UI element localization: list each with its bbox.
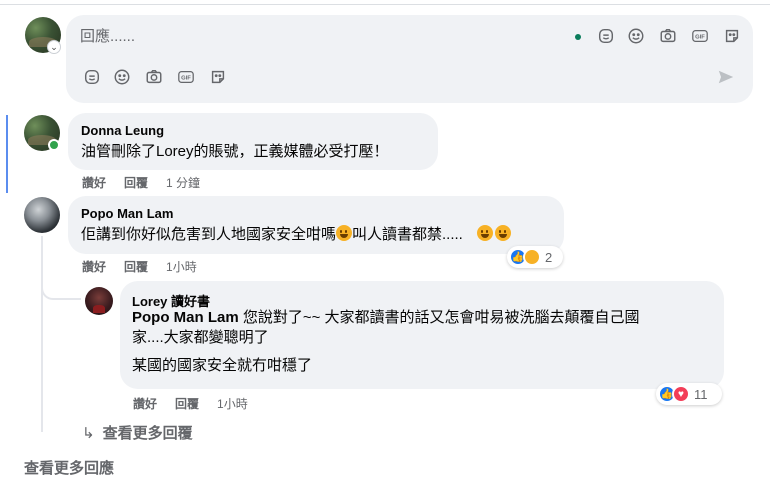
comment-input[interactable] [80,25,560,47]
reply-button[interactable]: 回覆 [124,174,148,191]
view-more-replies-label: 查看更多回覆 [102,425,193,442]
sticker-icon-secondary[interactable] [82,67,102,87]
reaction-summary[interactable]: 👍 2 [507,246,563,268]
love-reaction-icon: ♥ [672,385,690,403]
gif-icon[interactable]: GIF [690,26,710,46]
like-button[interactable]: 讚好 [133,395,157,412]
avatar[interactable] [85,287,113,315]
grinning-emoji-icon [477,225,494,241]
gif-icon-secondary[interactable]: GIF [176,67,196,87]
comment-text: 油管刪除了Lorey的賬號，正義媒體必受打壓！ [81,143,389,160]
comment-actions: 讚好 回覆 1 分鐘 [82,174,218,191]
camera-icon[interactable] [658,26,678,46]
comment-author[interactable]: Popo Man Lam [81,206,173,221]
reply-arrow-icon: ↳ [82,425,95,442]
like-button[interactable]: 讚好 [82,258,106,275]
haha-reaction-icon [523,248,541,266]
highlight-accent-bar [6,115,8,193]
emoji-icon[interactable] [626,26,646,46]
comment-bubble: Donna Leung 油管刪除了Lorey的賬號，正義媒體必受打壓！ [68,113,438,170]
reply-text-line2: 家....大家都變聰明了 [132,329,269,346]
grinning-sweat-emoji-icon [495,225,512,241]
online-status-icon [48,139,60,151]
comment-composer: GIF GIF [66,15,753,103]
comment-timestamp[interactable]: 1小時 [166,258,197,275]
avatar-sticker-icon-secondary[interactable] [208,67,228,87]
avatar-sticker-icon[interactable] [722,26,742,46]
reply-button[interactable]: 回覆 [175,395,199,412]
reply-bubble: Lorey 讀好書 Popo Man Lam 您說對了~~ 大家都讀書的話又怎會… [120,281,724,389]
status-dot-icon [575,34,581,40]
chevron-down-icon[interactable]: ⌄ [47,40,61,54]
mention-link[interactable]: Popo Man Lam [132,309,239,326]
comment-author[interactable]: Donna Leung [81,123,164,138]
reply-text-line1: 您說對了~~ 大家都讀書的話又怎會咁易被洗腦去顛覆自己國 [242,309,640,326]
top-divider [0,4,770,5]
reply-button[interactable]: 回覆 [124,258,148,275]
reaction-summary[interactable]: 👍 ♥ 11 [656,383,722,405]
emoji-icon-secondary[interactable] [112,67,132,87]
sticker-icon[interactable] [596,26,616,46]
reaction-count: 2 [545,249,553,265]
comment-text-main: 佢講到你好似危害到人地國家安全咁嗎 [81,226,337,243]
reply-text-line3: 某國的國家安全就冇咁穩了 [132,357,313,374]
reply-actions: 讚好 回覆 1小時 [133,395,266,412]
comment-timestamp[interactable]: 1 分鐘 [166,174,200,191]
reply-timestamp[interactable]: 1小時 [217,395,248,412]
svg-text:GIF: GIF [181,76,191,82]
reaction-count: 11 [694,386,708,402]
reply-text: Popo Man Lam 您說對了~~ 大家都讀書的話又怎會咁易被洗腦去顛覆自己… [132,308,722,376]
comment-actions: 讚好 回覆 1小時 [82,258,215,275]
comment-text: 佢講到你好似危害到人地國家安全咁嗎 叫人讀書都禁..... [81,225,512,245]
laughing-emoji-icon [336,225,353,241]
comment-text-tail: 叫人讀書都禁..... [352,226,463,243]
view-more-comments-link[interactable]: 查看更多回應 [24,457,114,478]
avatar[interactable] [24,197,60,233]
view-more-replies-link[interactable]: ↳ 查看更多回覆 [82,422,193,443]
send-icon[interactable] [716,67,736,87]
comment-bubble: Popo Man Lam 佢講到你好似危害到人地國家安全咁嗎 叫人讀書都禁....… [68,196,564,254]
reply-connector [41,258,81,300]
like-button[interactable]: 讚好 [82,174,106,191]
camera-icon-secondary[interactable] [144,67,164,87]
svg-text:GIF: GIF [695,35,705,41]
